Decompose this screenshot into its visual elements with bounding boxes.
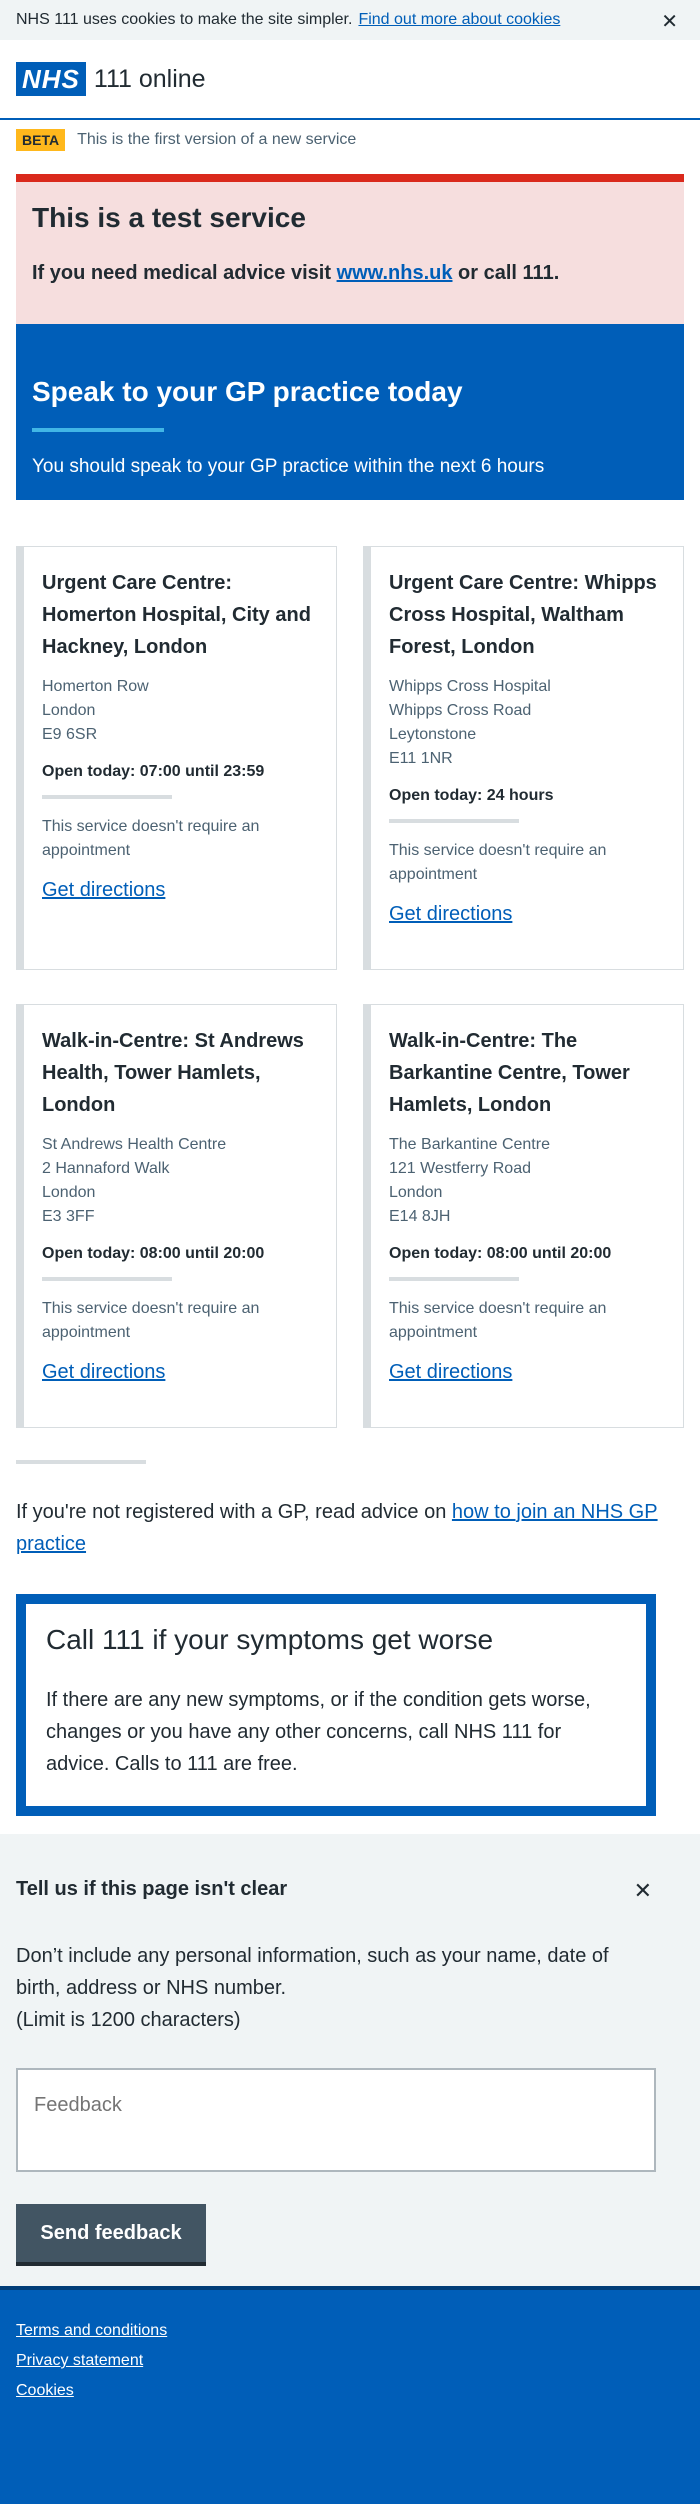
outcome-hero: Speak to your GP practice today You shou… [16,324,684,500]
test-service-warning: This is a test service If you need medic… [16,174,684,324]
beta-banner: BETA This is the first version of a new … [0,120,700,160]
site-footer: Terms and conditions Privacy statement C… [0,2286,700,2504]
card-divider [389,1277,519,1281]
hero-divider [32,428,164,432]
gp-registration-advice: If you're not registered with a GP, read… [16,1496,676,1560]
send-feedback-button[interactable]: Send feedback [16,2204,206,2262]
get-directions-link[interactable]: Get directions [389,1361,667,1384]
card-title: Urgent Care Centre: Whipps Cross Hospita… [389,572,657,658]
callout-text: If there are any new symptoms, or if the… [46,1689,591,1775]
address-line: 2 Hannaford Walk [42,1160,170,1177]
cookie-banner: NHS 111 uses cookies to make the site si… [0,0,700,40]
nhs-logo[interactable]: NHS [16,62,86,96]
address-line: Homerton Row [42,678,149,695]
callout-title: Call 111 if your symptoms get worse [46,1624,494,1655]
address-line: London [42,702,96,719]
appointment-note: This service doesn't require an appointm… [389,1300,607,1341]
beta-text: This is the first version of a new servi… [77,131,357,148]
footer-link-privacy[interactable]: Privacy statement [16,2352,684,2370]
get-directions-link[interactable]: Get directions [389,903,667,926]
opening-hours: Open today: 07:00 until 23:59 [42,763,265,780]
cookie-info-link[interactable]: Find out more about cookies [358,11,560,29]
footer-link-cookies[interactable]: Cookies [16,2382,684,2400]
call-111-callout: Call 111 if your symptoms get worse If t… [16,1594,656,1816]
address-line: Whipps Cross Hospital [389,678,551,695]
nhs-uk-link[interactable]: www.nhs.uk [337,262,453,284]
opening-hours: Open today: 08:00 until 20:00 [42,1245,265,1262]
service-card: Urgent Care Centre: Homerton Hospital, C… [16,546,337,970]
address-line: E9 6SR [42,726,98,743]
gp-advice-text: If you're not registered with a GP, read… [16,1501,452,1523]
beta-tag: BETA [16,129,66,151]
test-service-text: If you need medical advice visit www.nhs… [32,262,668,285]
close-icon[interactable]: ✕ [634,1878,652,1904]
card-address: Homerton Row London E9 6SR [42,675,320,747]
card-title: Walk-in-Centre: The Barkantine Centre, T… [389,1030,630,1116]
feedback-description: Don’t include any personal information, … [16,1940,656,2036]
address-line: London [42,1184,96,1201]
address-line: 121 Westferry Road [389,1160,531,1177]
address-line: E3 3FF [42,1208,95,1225]
test-text-before: If you need medical advice visit [32,262,337,284]
feedback-title: Tell us if this page isn't clear [16,1878,288,1900]
card-address: St Andrews Health Centre 2 Hannaford Wal… [42,1133,320,1229]
service-name[interactable]: 111 online [94,65,206,94]
test-service-title: This is a test service [32,202,306,233]
address-line: London [389,1184,443,1201]
address-line: Leytonstone [389,726,477,743]
feedback-input[interactable] [16,2068,656,2172]
service-card: Urgent Care Centre: Whipps Cross Hospita… [363,546,684,970]
feedback-privacy-text: Don’t include any personal information, … [16,1945,609,1999]
close-icon[interactable]: ✕ [661,9,678,34]
address-line: The Barkantine Centre [389,1136,550,1153]
cookie-text: NHS 111 uses cookies to make the site si… [16,11,353,28]
card-address: The Barkantine Centre 121 Westferry Road… [389,1133,667,1229]
opening-hours: Open today: 08:00 until 20:00 [389,1245,612,1262]
card-title: Walk-in-Centre: St Andrews Health, Tower… [42,1030,304,1116]
address-line: Whipps Cross Road [389,702,532,719]
service-card: Walk-in-Centre: The Barkantine Centre, T… [363,1004,684,1428]
card-divider [389,819,519,823]
get-directions-link[interactable]: Get directions [42,1361,320,1384]
card-address: Whipps Cross Hospital Whipps Cross Road … [389,675,667,771]
section-divider [16,1460,146,1464]
address-line: St Andrews Health Centre [42,1136,227,1153]
service-card: Walk-in-Centre: St Andrews Health, Tower… [16,1004,337,1428]
test-text-after: or call 111. [452,262,560,284]
feedback-panel: Tell us if this page isn't clear ✕ Don’t… [0,1834,700,2286]
site-header: NHS 111 online [0,40,700,120]
page-title: Speak to your GP practice today [32,376,463,407]
feedback-limit-text: (Limit is 1200 characters) [16,2009,241,2031]
card-divider [42,1277,172,1281]
address-line: E11 1NR [389,750,453,767]
footer-link-terms[interactable]: Terms and conditions [16,2322,684,2340]
card-divider [42,795,172,799]
get-directions-link[interactable]: Get directions [42,879,320,902]
opening-hours: Open today: 24 hours [389,787,554,804]
card-title: Urgent Care Centre: Homerton Hospital, C… [42,572,311,658]
appointment-note: This service doesn't require an appointm… [42,818,260,859]
appointment-note: This service doesn't require an appointm… [389,842,607,883]
appointment-note: This service doesn't require an appointm… [42,1300,260,1341]
hero-subtitle: You should speak to your GP practice wit… [32,456,545,477]
address-line: E14 8JH [389,1208,451,1225]
